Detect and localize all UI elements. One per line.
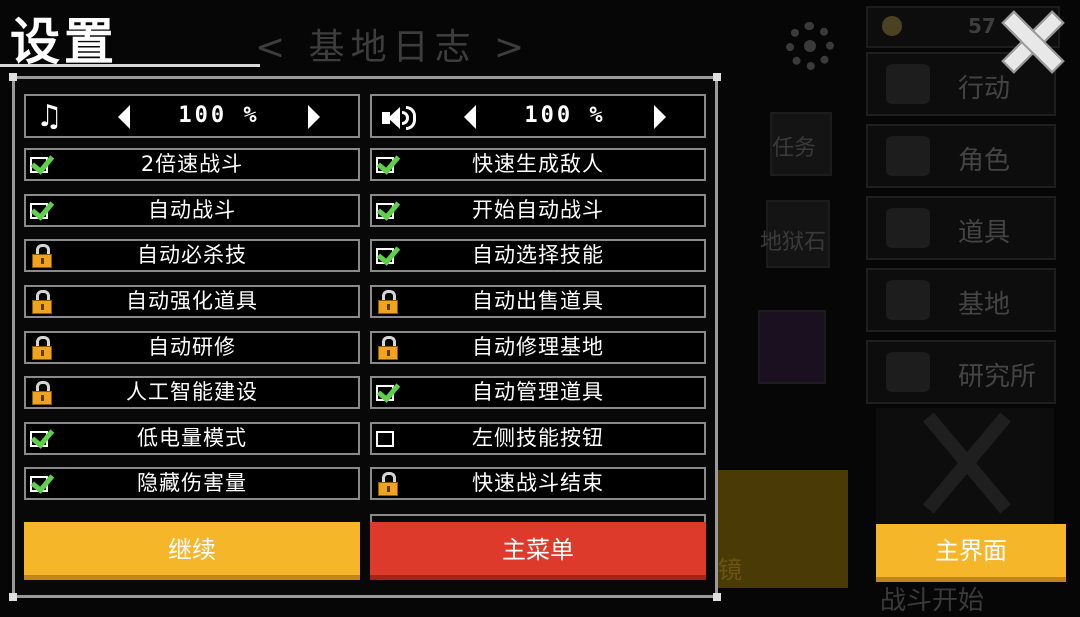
music-volume-increase-button[interactable] (308, 105, 320, 129)
side-menu-label: 研究所 (958, 362, 1037, 392)
currency-amount: 57 (968, 14, 996, 38)
panel-corner (9, 73, 17, 81)
shield-icon (886, 208, 930, 248)
side-menu-research: 研究所 (866, 340, 1056, 404)
option-row[interactable]: 自动强化道具 (24, 285, 360, 318)
option-label: 自动出售道具 (472, 289, 604, 313)
option-label: 隐藏伤害量 (137, 471, 247, 495)
quest-label: 任务 (772, 136, 817, 161)
option-label: 自动研修 (148, 335, 236, 359)
side-menu-items: 道具 (866, 196, 1056, 260)
option-label: 自动战斗 (148, 198, 236, 222)
option-row[interactable]: 隐藏伤害量 (24, 467, 360, 500)
option-label: 快速战斗结束 (472, 471, 604, 495)
coin-icon (882, 16, 902, 36)
dim-yellow-label: 镜 (718, 556, 742, 584)
option-row[interactable]: 快速战斗结束 (370, 467, 706, 500)
sound-volume-increase-button[interactable] (654, 105, 666, 129)
dim-yellow-panel: 镜 (712, 470, 848, 588)
option-label: 人工智能建设 (126, 380, 258, 404)
option-label: 左侧技能按钮 (472, 426, 604, 450)
title-underline (0, 64, 260, 67)
option-label: 自动强化道具 (126, 289, 258, 313)
option-label: 低电量模式 (137, 426, 247, 450)
option-row[interactable]: 自动战斗 (24, 194, 360, 227)
option-row[interactable]: 自动选择技能 (370, 239, 706, 272)
main-menu-button[interactable]: 主菜单 (370, 522, 706, 580)
option-label: 自动管理道具 (472, 380, 604, 404)
base-log-header: < 基地日志 > (255, 27, 531, 68)
character-icon (886, 136, 930, 176)
option-row[interactable]: 自动出售道具 (370, 285, 706, 318)
music-volume-decrease-button[interactable] (118, 105, 130, 129)
option-label: 2倍速战斗 (140, 152, 244, 176)
option-label: 自动选择技能 (472, 243, 604, 267)
option-row[interactable]: 自动研修 (24, 331, 360, 364)
option-row[interactable]: 开始自动战斗 (370, 194, 706, 227)
panel-corner (713, 73, 721, 81)
main-interface-button[interactable]: 主界面 (876, 524, 1066, 582)
side-menu-label: 角色 (958, 146, 1011, 176)
music-note-icon: ♫ (36, 99, 63, 134)
panel-corner (9, 593, 17, 601)
sound-volume-control: 100 % (370, 94, 706, 138)
option-row[interactable]: 左侧技能按钮 (370, 422, 706, 455)
side-menu-label: 基地 (958, 290, 1011, 320)
side-menu-label: 道具 (958, 218, 1011, 248)
side-menu-base: 基地 (866, 268, 1056, 332)
hellstone-label: 地狱石 (760, 230, 827, 255)
gear-icon (786, 22, 834, 70)
partial-option-row (370, 514, 706, 522)
option-row[interactable]: 自动修理基地 (370, 331, 706, 364)
option-label: 快速生成敌人 (472, 152, 604, 176)
option-label: 自动修理基地 (472, 335, 604, 359)
music-volume-control: ♫ 100 % (24, 94, 360, 138)
battle-start-text: 战斗开始 (880, 586, 985, 616)
option-label: 自动必杀技 (137, 243, 247, 267)
action-icon (886, 64, 930, 104)
option-row[interactable]: 快速生成敌人 (370, 148, 706, 181)
option-label: 开始自动战斗 (472, 198, 604, 222)
option-row[interactable]: 低电量模式 (24, 422, 360, 455)
panel-corner (713, 593, 721, 601)
option-row[interactable]: 人工智能建设 (24, 376, 360, 409)
close-icon[interactable] (1000, 10, 1064, 74)
sound-volume-decrease-button[interactable] (464, 105, 476, 129)
option-row[interactable]: 自动必杀技 (24, 239, 360, 272)
option-row[interactable]: 2倍速战斗 (24, 148, 360, 181)
continue-button[interactable]: 继续 (24, 522, 360, 580)
potion-icon (886, 352, 930, 392)
gems-icon (758, 310, 826, 384)
side-menu-character: 角色 (866, 124, 1056, 188)
base-icon (886, 280, 930, 320)
option-row[interactable]: 自动管理道具 (370, 376, 706, 409)
music-volume-value: 100 % (178, 103, 260, 128)
crossed-swords-icon (876, 408, 1054, 523)
sound-volume-value: 100 % (524, 103, 606, 128)
